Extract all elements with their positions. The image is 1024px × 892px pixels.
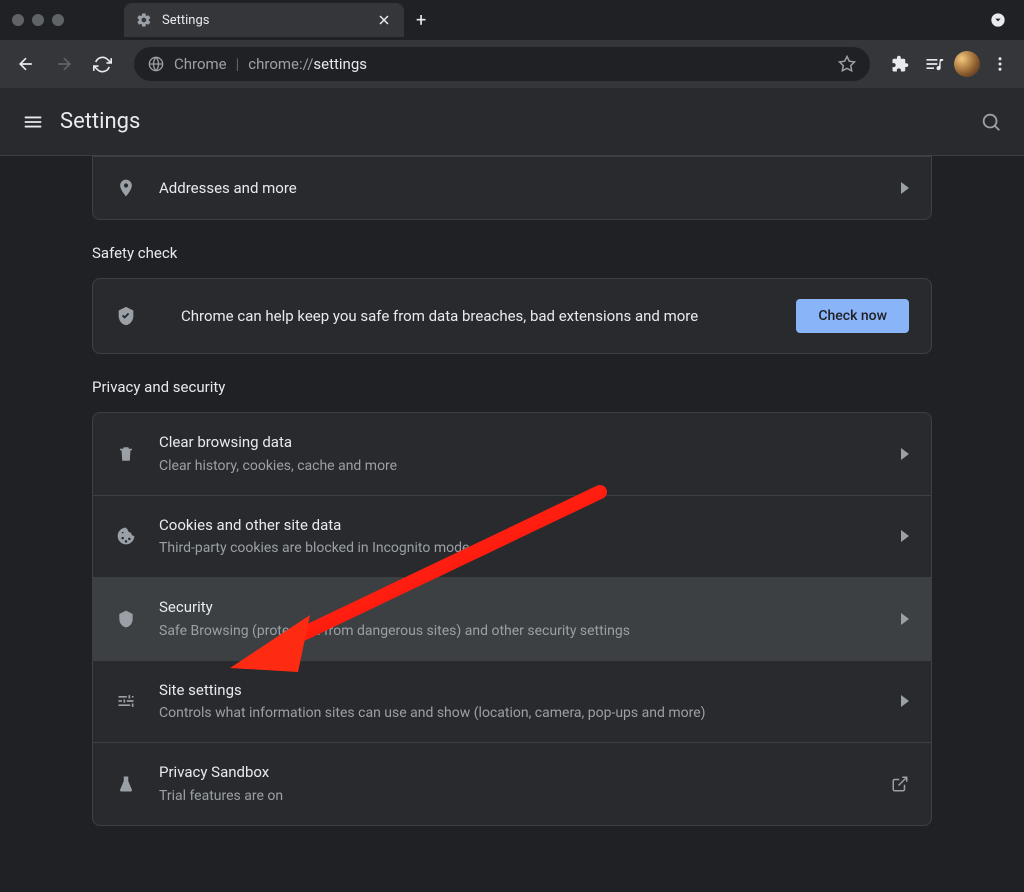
media-control-icon[interactable] [920,50,948,78]
privacy-card: Clear browsing data Clear history, cooki… [92,412,932,826]
row-subtitle: Clear history, cookies, cache and more [159,456,901,477]
settings-content: Addresses and more Safety check Chrome c… [0,156,1024,892]
cookies-row[interactable]: Cookies and other site data Third-party … [93,496,931,579]
chevron-down-circle-icon[interactable] [984,6,1012,34]
site-settings-row[interactable]: Site settings Controls what information … [93,661,931,744]
kebab-menu-icon[interactable] [986,50,1014,78]
browser-toolbar: Chrome|chrome://settings [0,40,1024,88]
reload-button[interactable] [86,48,118,80]
window-controls [12,14,64,26]
shield-check-icon [115,305,137,327]
row-subtitle: Trial features are on [159,786,891,807]
minimize-window-button[interactable] [32,14,44,26]
back-button[interactable] [10,48,42,80]
row-title: Privacy Sandbox [159,761,891,784]
row-title: Site settings [159,679,901,702]
row-subtitle: Third-party cookies are blocked in Incog… [159,538,901,559]
check-now-button[interactable]: Check now [796,299,909,333]
forward-button[interactable] [48,48,80,80]
chevron-right-icon [901,448,909,460]
url-text: Chrome|chrome://settings [174,55,367,73]
search-icon[interactable] [980,111,1002,133]
flask-icon [115,773,137,795]
privacy-heading: Privacy and security [92,378,932,396]
browser-tab[interactable]: Settings [124,3,404,37]
settings-header: Settings [0,88,1024,156]
safety-check-text: Chrome can help keep you safe from data … [181,305,796,328]
gear-icon [136,12,152,28]
chevron-right-icon [901,613,909,625]
address-bar[interactable]: Chrome|chrome://settings [134,47,870,81]
privacy-sandbox-row[interactable]: Privacy Sandbox Trial features are on [93,743,931,825]
new-tab-button[interactable]: + [416,10,426,31]
row-title: Cookies and other site data [159,514,901,537]
trash-icon [115,443,137,465]
security-row[interactable]: Security Safe Browsing (protection from … [93,578,931,661]
shield-icon [115,608,137,630]
chevron-right-icon [901,182,909,194]
safety-check-heading: Safety check [92,244,932,262]
page-title: Settings [60,109,980,134]
chevron-right-icon [901,530,909,542]
extensions-icon[interactable] [886,50,914,78]
cookie-icon [115,525,137,547]
row-title: Clear browsing data [159,431,901,454]
profile-avatar[interactable] [954,51,980,77]
hamburger-menu-icon[interactable] [22,111,44,133]
addresses-row[interactable]: Addresses and more [93,157,931,219]
row-subtitle: Controls what information sites can use … [159,703,901,724]
site-info-icon[interactable] [148,56,164,72]
safety-check-card: Chrome can help keep you safe from data … [92,278,932,354]
external-link-icon [891,775,909,793]
maximize-window-button[interactable] [52,14,64,26]
bookmark-star-icon[interactable] [838,55,856,73]
row-title: Security [159,596,901,619]
sliders-icon [115,690,137,712]
row-subtitle: Safe Browsing (protection from dangerous… [159,621,901,642]
close-window-button[interactable] [12,14,24,26]
close-tab-button[interactable] [376,12,392,28]
chevron-right-icon [901,695,909,707]
location-pin-icon [115,177,137,199]
tab-title: Settings [162,13,366,28]
window-tab-strip: Settings + [0,0,1024,40]
row-title: Addresses and more [159,177,901,200]
clear-browsing-data-row[interactable]: Clear browsing data Clear history, cooki… [93,413,931,496]
